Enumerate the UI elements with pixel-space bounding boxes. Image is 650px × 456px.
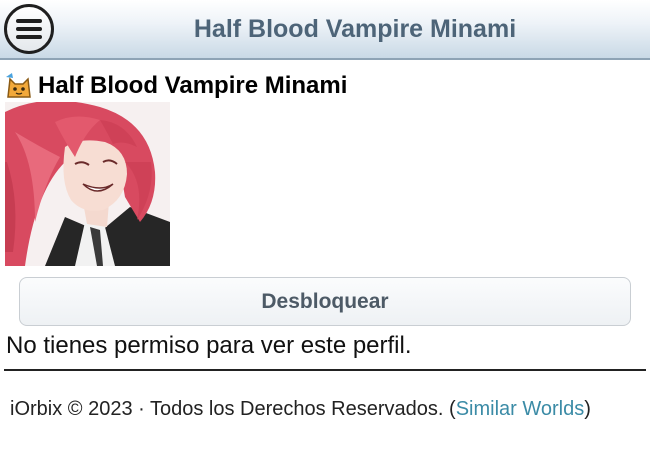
avatar-image xyxy=(5,102,170,266)
footer-closing: ) xyxy=(584,398,591,420)
page-title: Half Blood Vampire Minami xyxy=(193,15,517,43)
profile-heading: Half Blood Vampire Minami xyxy=(4,68,347,104)
unlock-button[interactable]: Desbloquear xyxy=(19,277,631,326)
menu-button[interactable] xyxy=(4,4,54,54)
profile-name: Half Blood Vampire Minami xyxy=(38,72,348,99)
top-header-bar: Half Blood Vampire Minami xyxy=(0,0,650,60)
profile-avatar[interactable] xyxy=(5,102,170,266)
similar-worlds-link[interactable]: Similar Worlds xyxy=(456,398,585,420)
footer: iOrbix © 2023 · Todos los Derechos Reser… xyxy=(10,398,591,421)
cat-badge-icon xyxy=(6,73,31,98)
divider xyxy=(4,369,646,371)
permission-message: No tienes permiso para ver este perfil. xyxy=(6,332,412,359)
footer-copyright: iOrbix © 2023 · Todos los Derechos Reser… xyxy=(10,398,456,420)
